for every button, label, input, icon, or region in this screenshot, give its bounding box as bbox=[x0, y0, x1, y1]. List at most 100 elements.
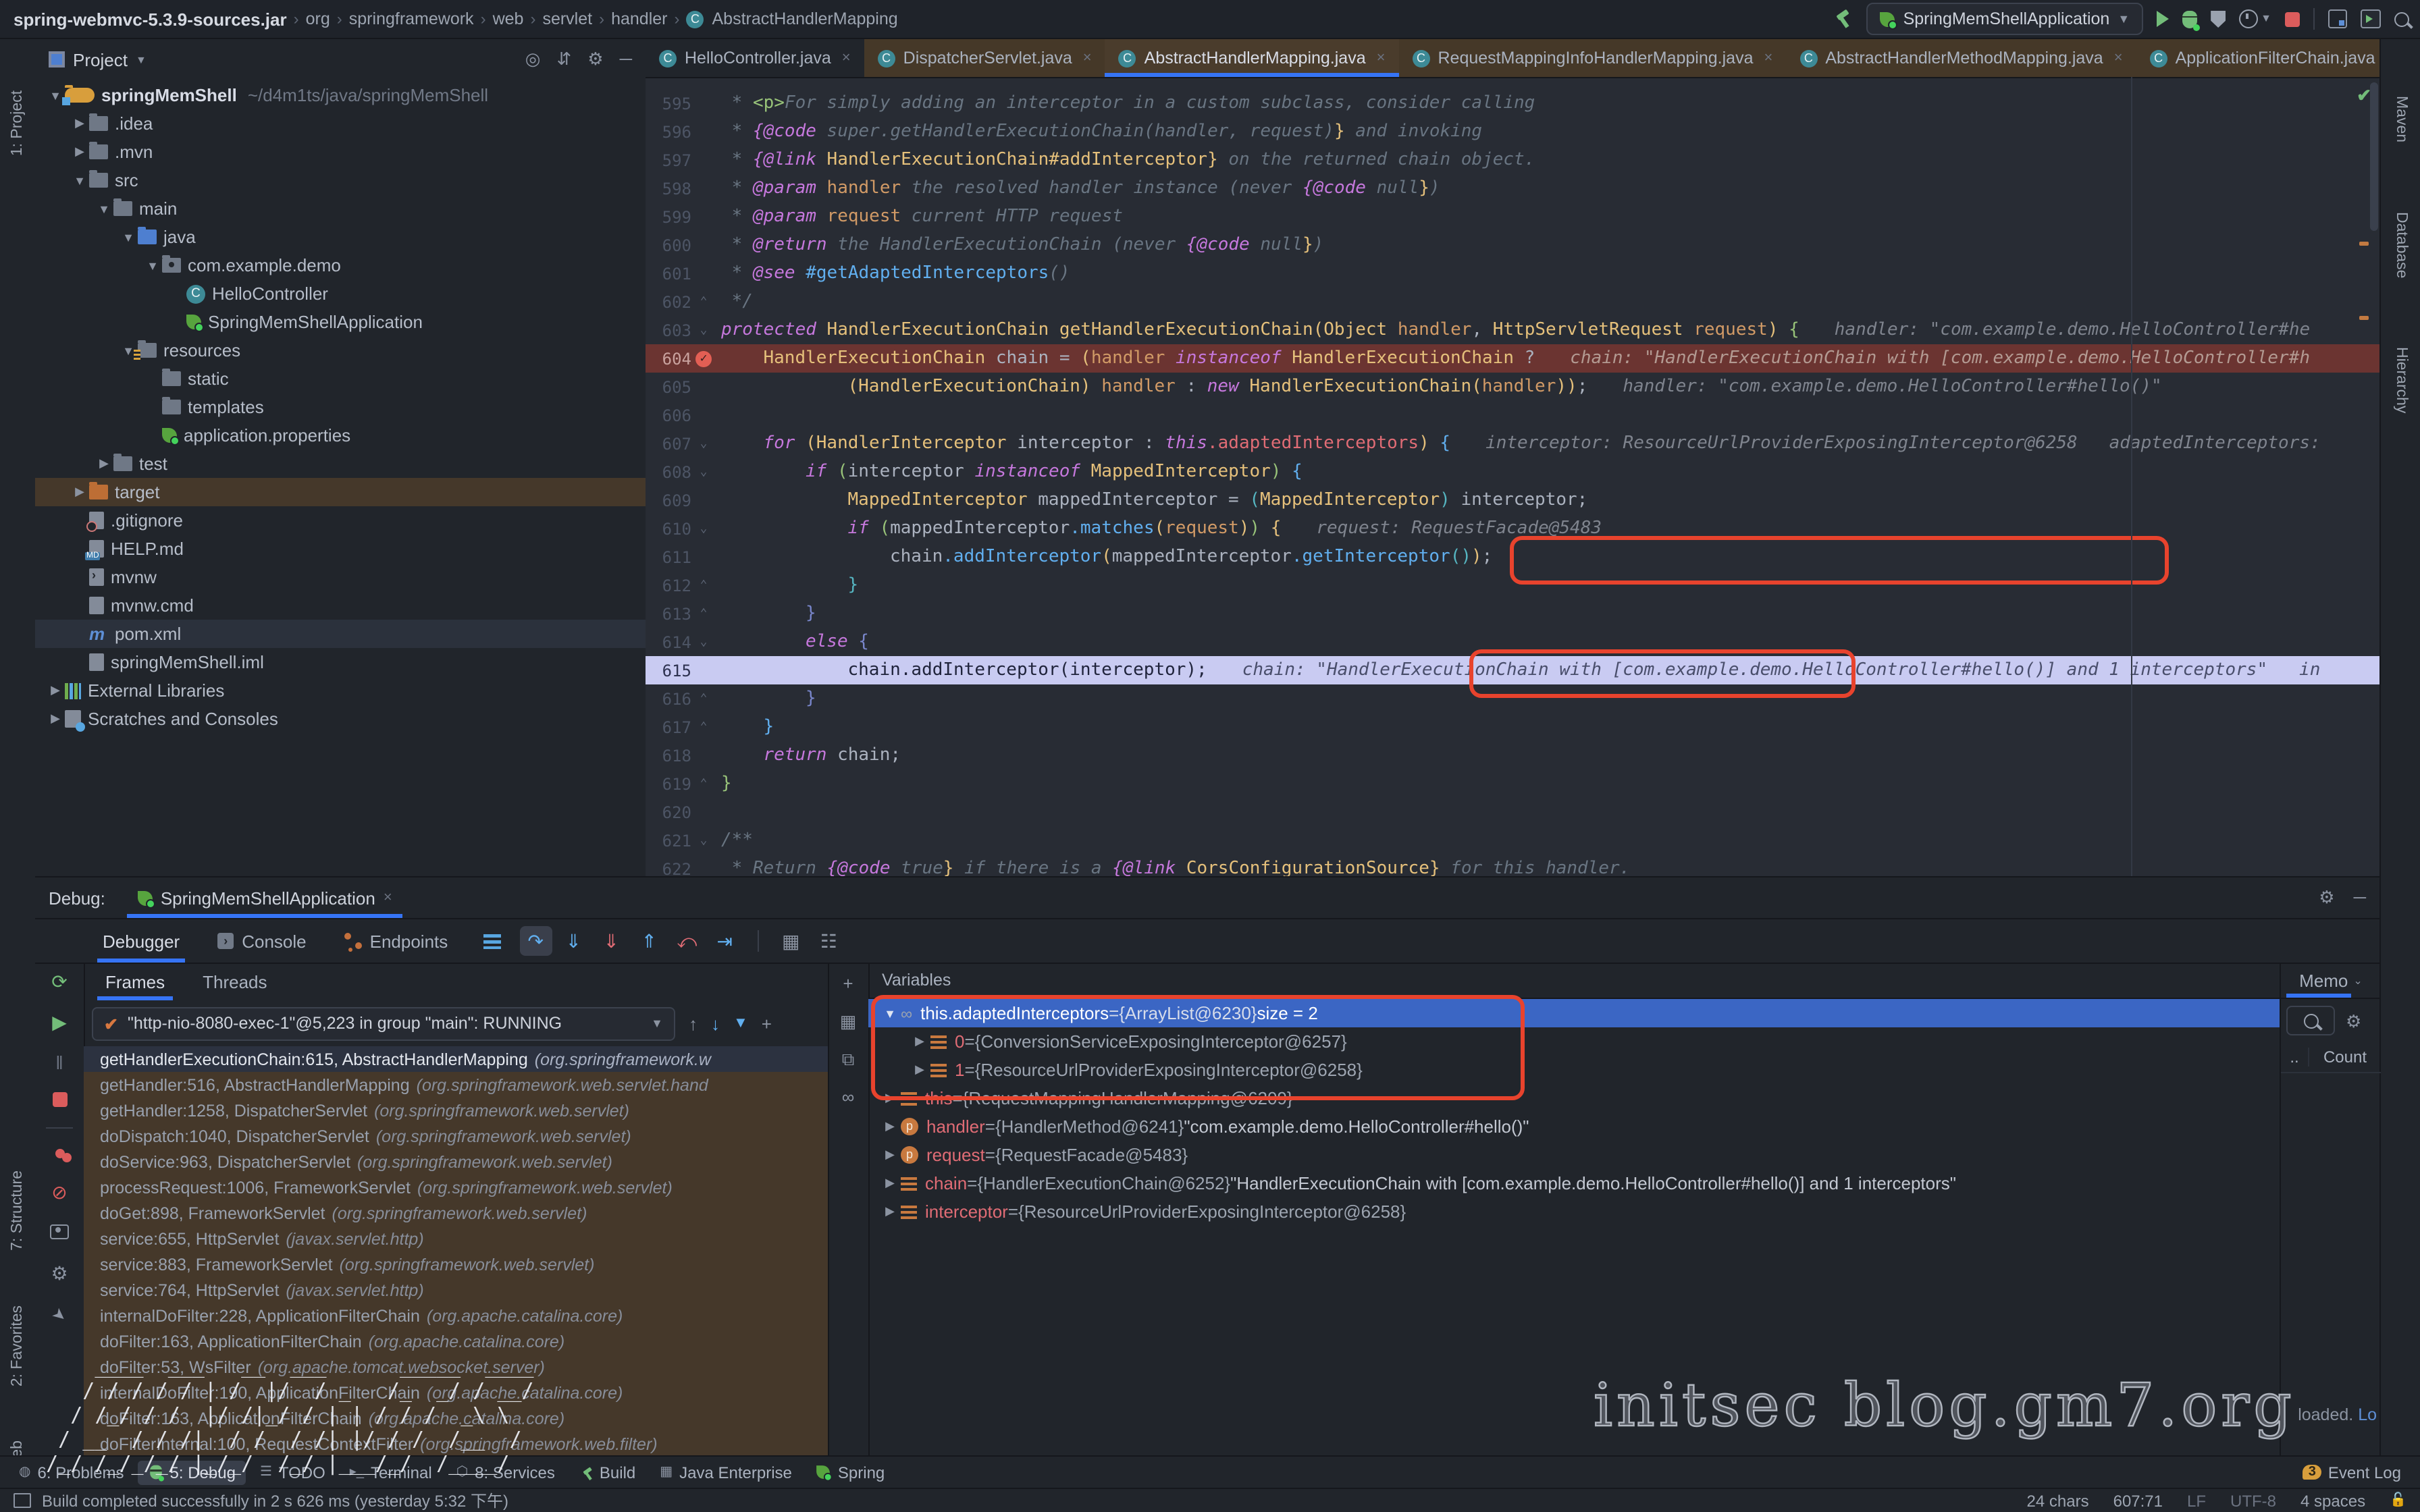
rerun-button[interactable]: ⟳ bbox=[35, 971, 84, 994]
hide-panel-icon[interactable]: ─ bbox=[2354, 887, 2366, 909]
tree-expand-icon[interactable]: ▼ bbox=[879, 1006, 901, 1020]
sidebar-item-favorites[interactable]: 2: Favorites bbox=[0, 1305, 35, 1386]
collapse-all-icon[interactable]: ⇵ bbox=[556, 49, 571, 70]
editor-tab-dispatcherservlet-java[interactable]: CDispatcherServlet.java× bbox=[864, 39, 1105, 77]
tree-item-external-libraries[interactable]: ▶External Libraries bbox=[35, 676, 646, 705]
profiler-button[interactable]: ▼ bbox=[2239, 9, 2271, 28]
tree-expand-icon[interactable]: ▶ bbox=[879, 1091, 901, 1106]
code-line-612[interactable]: 612⌃} bbox=[646, 571, 2379, 599]
tab-endpoints[interactable]: Endpoints bbox=[328, 919, 465, 963]
tree-item-scratches-and-consoles[interactable]: ▶Scratches and Consoles bbox=[35, 705, 646, 733]
build-hammer-icon[interactable] bbox=[1835, 9, 1853, 28]
fold-gutter[interactable]: ⌃ bbox=[691, 777, 716, 790]
editor-tab-hellocontroller-java[interactable]: CHelloController.java× bbox=[646, 39, 864, 77]
stack-frame-row[interactable]: service:883, FrameworkServlet(org.spring… bbox=[84, 1251, 828, 1277]
editor-tab-applicationfilterchain-java[interactable]: CApplicationFilterChain.java× bbox=[2136, 39, 2379, 77]
tree-item-templates[interactable]: templates bbox=[35, 393, 646, 421]
code-line-614[interactable]: 614⌄else { bbox=[646, 628, 2379, 656]
code-line-609[interactable]: 609MappedInterceptor mappedInterceptor =… bbox=[646, 486, 2379, 514]
code-line-610[interactable]: 610⌄if (mappedInterceptor.matches(reques… bbox=[646, 514, 2379, 543]
variable-row-1[interactable]: ▶1 = {ResourceUrlProviderExposingInterce… bbox=[868, 1056, 2280, 1084]
status-item-607-71[interactable]: 607:71 bbox=[2113, 1491, 2163, 1510]
add-icon[interactable]: + bbox=[762, 1013, 772, 1033]
code-line-606[interactable]: 606 bbox=[646, 401, 2379, 429]
code-line-608[interactable]: 608⌄if (interceptor instanceof MappedInt… bbox=[646, 458, 2379, 486]
breadcrumb-item[interactable]: springframework bbox=[349, 9, 474, 28]
status-message[interactable]: Build completed successfully in 2 s 626 … bbox=[42, 1489, 508, 1512]
tree-item--idea[interactable]: ▶.idea bbox=[35, 109, 646, 138]
fold-gutter[interactable]: ⌃ bbox=[691, 578, 716, 592]
close-icon[interactable]: × bbox=[1764, 50, 1772, 66]
fold-gutter[interactable]: ⌃ bbox=[691, 607, 716, 620]
variable-row-this-adaptedInterceptors[interactable]: ▼∞this.adaptedInterceptors = {ArrayList@… bbox=[868, 999, 2280, 1027]
status-item-utf-8[interactable]: UTF-8 bbox=[2230, 1491, 2276, 1510]
inspections-ok-icon[interactable]: ✔ bbox=[2357, 85, 2371, 107]
window-layout-icon[interactable] bbox=[14, 1493, 31, 1508]
tree-expand-icon[interactable]: ▶ bbox=[909, 1034, 930, 1049]
fold-gutter[interactable]: ⌄ bbox=[691, 834, 716, 847]
sidebar-item-structure[interactable]: 7: Structure bbox=[0, 1170, 35, 1251]
breadcrumb[interactable]: spring-webmvc-5.3.9-sources.jar›org›spri… bbox=[11, 9, 901, 29]
tree-expand-icon[interactable]: ▶ bbox=[879, 1204, 901, 1219]
close-icon[interactable]: × bbox=[1377, 50, 1386, 66]
stack-frame-row[interactable]: doFilter:163, ApplicationFilterChain(org… bbox=[84, 1328, 828, 1354]
variable-row-this[interactable]: ▶this = {RequestMappingHandlerMapping@62… bbox=[868, 1084, 2280, 1112]
tab-frames[interactable]: Frames bbox=[89, 963, 181, 1000]
toolbar-item-6-problems[interactable]: ◍6: Problems bbox=[8, 1460, 135, 1484]
tree-expand-icon[interactable]: ▼ bbox=[95, 202, 113, 215]
show-watches-icon[interactable]: ∞ bbox=[828, 1087, 868, 1107]
code-line-603[interactable]: 603⌄protected HandlerExecutionChain getH… bbox=[646, 316, 2379, 344]
layout-settings-button[interactable]: ☷ bbox=[812, 926, 845, 956]
gear-icon[interactable]: ⚙ bbox=[2346, 1012, 2361, 1029]
status-item-24-chars[interactable]: 24 chars bbox=[2027, 1491, 2089, 1510]
tree-expand-icon[interactable]: ▶ bbox=[46, 683, 65, 698]
tree-item-test[interactable]: ▶test bbox=[35, 450, 646, 478]
code-line-601[interactable]: 601 * @see #getAdaptedInterceptors() bbox=[646, 259, 2379, 288]
close-icon[interactable]: × bbox=[1083, 50, 1092, 66]
variable-row-request[interactable]: ▶prequest = {RequestFacade@5483} bbox=[868, 1141, 2280, 1169]
fold-gutter[interactable]: ⌃ bbox=[691, 720, 716, 734]
sidebar-item-hierarchy[interactable]: Hierarchy bbox=[2381, 347, 2420, 413]
code-line-604[interactable]: 604✓HandlerExecutionChain chain = (handl… bbox=[646, 344, 2379, 373]
code-line-602[interactable]: 602⌃ */ bbox=[646, 288, 2379, 316]
stack-frame-row[interactable]: processRequest:1006, FrameworkServlet(or… bbox=[84, 1174, 828, 1200]
tree-item-target[interactable]: ▶target bbox=[35, 478, 646, 506]
tree-expand-icon[interactable]: ▶ bbox=[46, 711, 65, 726]
tab-threads[interactable]: Threads bbox=[186, 963, 283, 1000]
fold-gutter[interactable]: ⌃ bbox=[691, 692, 716, 705]
breadcrumb-item[interactable]: spring-webmvc-5.3.9-sources.jar bbox=[14, 9, 287, 29]
code-line-605[interactable]: 605(HandlerExecutionChain) handler : new… bbox=[646, 373, 2379, 401]
tree-expand-icon[interactable]: ▶ bbox=[70, 116, 89, 131]
debug-settings-button[interactable]: ⚙ bbox=[35, 1262, 84, 1285]
tree-expand-icon[interactable]: ▶ bbox=[879, 1148, 901, 1162]
tab-debugger[interactable]: Debugger bbox=[86, 919, 196, 963]
stack-frame-row[interactable]: internalDoFilter:228, ApplicationFilterC… bbox=[84, 1303, 828, 1328]
thread-selector[interactable]: ✔ "http-nio-8080-exec-1"@5,223 in group … bbox=[92, 1006, 675, 1040]
stack-frame-row[interactable]: getHandler:516, AbstractHandlerMapping(o… bbox=[84, 1072, 828, 1098]
code-line-617[interactable]: 617⌃} bbox=[646, 713, 2379, 741]
variable-row-handler[interactable]: ▶phandler = {HandlerMethod@6241} "com.ex… bbox=[868, 1112, 2280, 1141]
stack-frame-row[interactable]: doFilter:163, ApplicationFilterChain(org… bbox=[84, 1405, 828, 1431]
stack-frame-row[interactable]: service:764, HttpServlet(javax.servlet.h… bbox=[84, 1277, 828, 1303]
tree-expand-icon[interactable]: ▶ bbox=[879, 1119, 901, 1134]
code-line-596[interactable]: 596 * {@code super.getHandlerExecutionCh… bbox=[646, 117, 2379, 146]
stop-button[interactable] bbox=[35, 1089, 84, 1111]
tree-item-resources[interactable]: ▼resources bbox=[35, 336, 646, 364]
memory-col-count[interactable]: Count bbox=[2309, 1048, 2381, 1066]
editor-tab-abstracthandlermapping-java[interactable]: CAbstractHandlerMapping.java× bbox=[1105, 39, 1399, 77]
toolbar-item-spring[interactable]: Spring bbox=[806, 1460, 895, 1484]
step-into-button[interactable]: ⇓ bbox=[557, 926, 589, 956]
stack-frame-row[interactable]: service:655, HttpServlet(javax.servlet.h… bbox=[84, 1226, 828, 1251]
tree-expand-icon[interactable]: ▶ bbox=[909, 1062, 930, 1077]
variable-row-chain[interactable]: ▶chain = {HandlerExecutionChain@6252} "H… bbox=[868, 1169, 2280, 1197]
layout-icon[interactable] bbox=[483, 934, 500, 948]
stack-frame-row[interactable]: doFilter:53, WsFilter(org.apache.tomcat.… bbox=[84, 1354, 828, 1380]
tree-expand-icon[interactable]: ▼ bbox=[143, 259, 162, 272]
code-line-615[interactable]: 615chain.addInterceptor(interceptor);cha… bbox=[646, 656, 2379, 684]
editor-tab-requestmappinginfohandlermapping-java[interactable]: CRequestMappingInfoHandlerMapping.java× bbox=[1399, 39, 1787, 77]
code-line-618[interactable]: 618return chain; bbox=[646, 741, 2379, 770]
tree-item-com-example-demo[interactable]: ▼com.example.demo bbox=[35, 251, 646, 279]
code-line-611[interactable]: 611chain.addInterceptor(mappedIntercepto… bbox=[646, 543, 2379, 571]
force-step-into-button[interactable]: ⇓ bbox=[595, 926, 627, 956]
tree-item-java[interactable]: ▼java bbox=[35, 223, 646, 251]
